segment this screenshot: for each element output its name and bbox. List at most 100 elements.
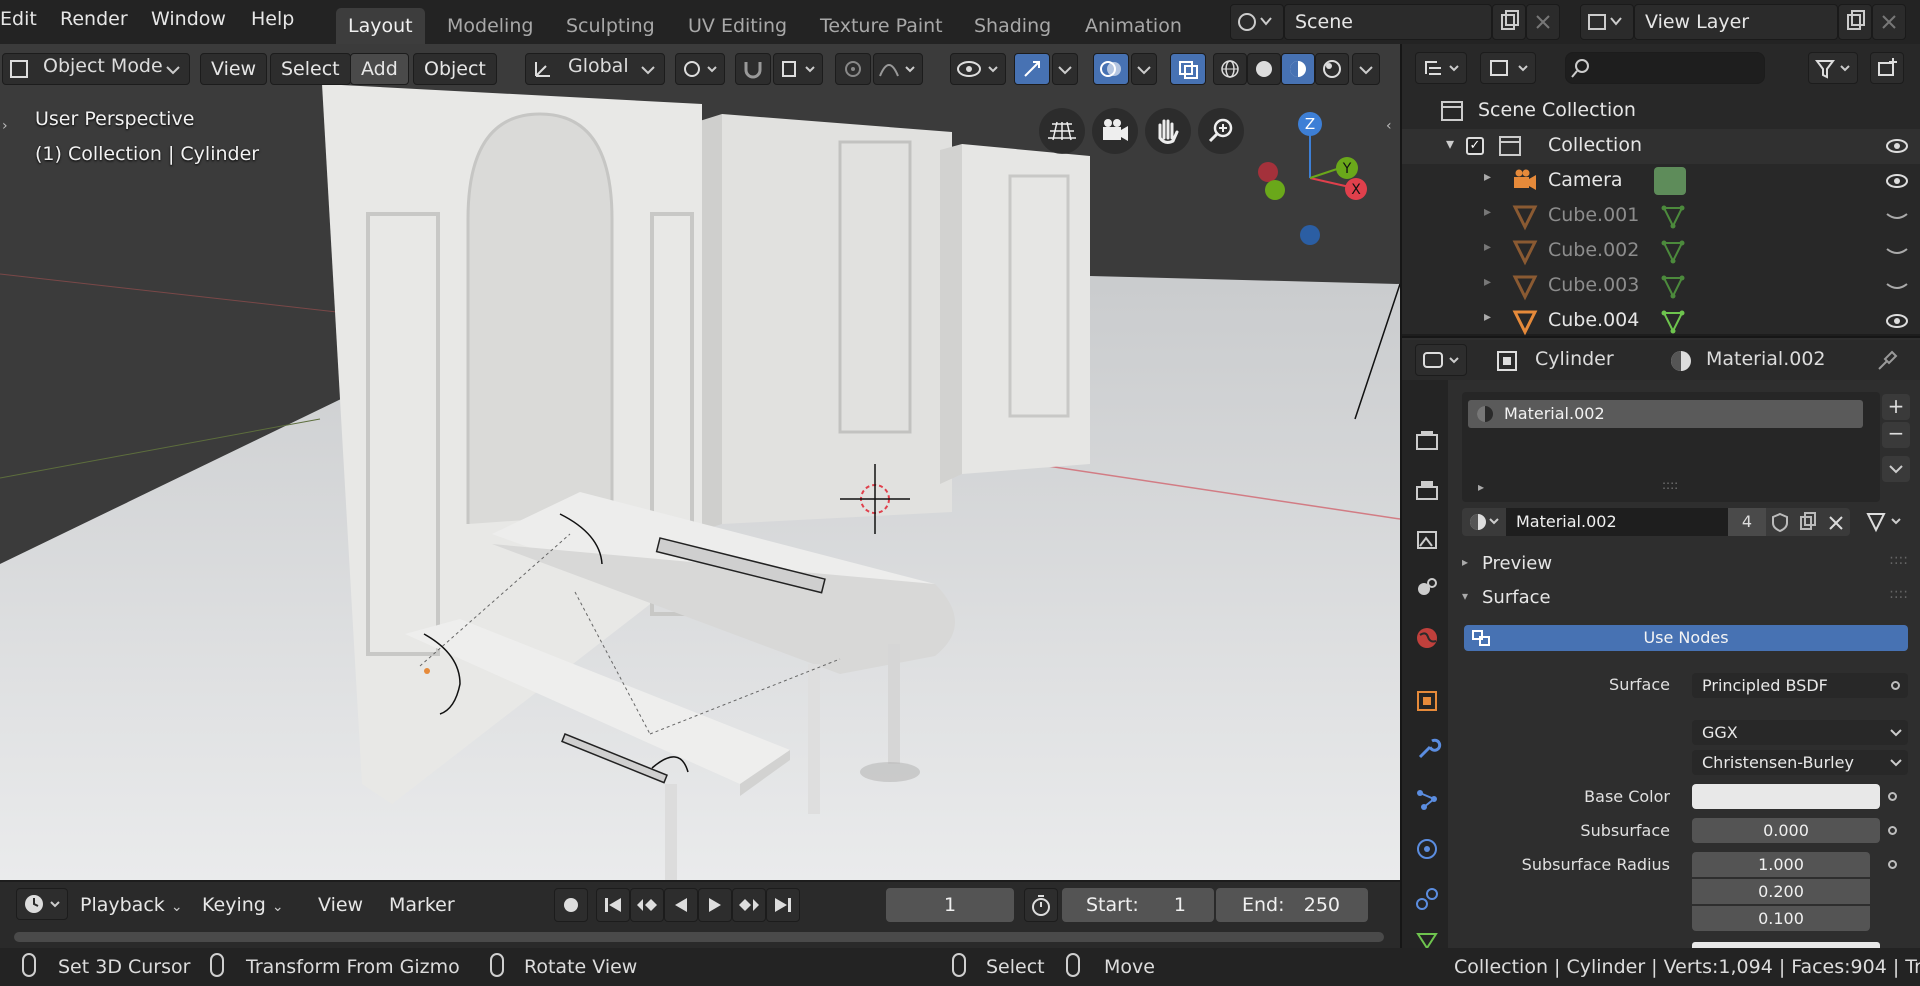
gizmo-options[interactable] bbox=[1052, 53, 1078, 85]
xray-toggle[interactable] bbox=[1170, 53, 1206, 85]
pan-view-button[interactable] bbox=[1145, 108, 1191, 154]
fake-user-button[interactable] bbox=[1766, 508, 1794, 536]
shading-options[interactable] bbox=[1352, 53, 1380, 85]
subsurface-radius-z-field[interactable]: 0.100 bbox=[1692, 906, 1870, 931]
view-layer-name-field[interactable]: View Layer bbox=[1634, 4, 1838, 40]
list-resize-handle[interactable]: :::: bbox=[1662, 478, 1678, 492]
menu-window[interactable]: Window bbox=[151, 8, 226, 30]
socket-icon[interactable] bbox=[1888, 826, 1897, 835]
drag-handle-icon[interactable]: :::: bbox=[1889, 586, 1908, 602]
constraints-tab-icon[interactable] bbox=[1412, 884, 1442, 914]
mesh-data-icon[interactable] bbox=[1658, 271, 1688, 301]
mesh-data-icon[interactable] bbox=[1658, 236, 1688, 266]
transform-orientation-selector[interactable]: Global bbox=[525, 53, 665, 85]
keying-menu[interactable]: Keying ⌄ bbox=[202, 890, 284, 922]
eye-closed-icon[interactable] bbox=[1882, 236, 1912, 266]
link-type-button[interactable] bbox=[1862, 508, 1910, 536]
mode-selector[interactable]: Object Mode bbox=[2, 53, 190, 85]
scene-tab-icon[interactable] bbox=[1412, 573, 1442, 603]
outliner-search-input[interactable] bbox=[1565, 52, 1765, 84]
shading-solid[interactable] bbox=[1247, 53, 1281, 85]
gizmo-neg-z-axis[interactable] bbox=[1300, 225, 1320, 245]
shading-rendered[interactable] bbox=[1315, 53, 1349, 85]
menu-render[interactable]: Render bbox=[60, 8, 128, 30]
marker-menu[interactable]: Marker bbox=[389, 890, 455, 922]
menu-edit[interactable]: Edit bbox=[0, 8, 37, 30]
view-menu[interactable]: View bbox=[200, 53, 268, 85]
preview-range-toggle[interactable] bbox=[1024, 888, 1058, 922]
eye-icon[interactable] bbox=[1882, 306, 1912, 336]
delete-scene-button[interactable] bbox=[1526, 4, 1560, 40]
tab-animation[interactable]: Animation bbox=[1073, 8, 1194, 44]
end-frame-field[interactable]: End: 250 bbox=[1216, 888, 1368, 922]
gizmo-neg-x-axis[interactable] bbox=[1258, 162, 1278, 182]
expand-arrow-icon[interactable]: ▸ bbox=[1484, 204, 1491, 220]
play-reverse-button[interactable] bbox=[664, 888, 698, 922]
subsurface-field[interactable]: 0.000 bbox=[1692, 818, 1880, 843]
distribution-dropdown[interactable]: GGX bbox=[1692, 720, 1908, 745]
subsurface-method-dropdown[interactable]: Christensen-Burley bbox=[1692, 750, 1908, 775]
object-tab-icon[interactable] bbox=[1412, 686, 1442, 716]
drag-handle-icon[interactable]: :::: bbox=[1889, 552, 1908, 568]
jump-start-button[interactable] bbox=[596, 888, 630, 922]
preview-panel-header[interactable]: ▸ Preview :::: bbox=[1460, 550, 1914, 580]
view-layer-tab-icon[interactable] bbox=[1412, 524, 1442, 554]
expand-arrow-icon[interactable]: ▸ bbox=[1484, 239, 1491, 255]
use-nodes-button[interactable]: Use Nodes bbox=[1464, 625, 1908, 651]
material-users-count[interactable]: 4 bbox=[1728, 508, 1766, 536]
expand-arrow-icon[interactable]: ▸ bbox=[1484, 274, 1491, 290]
editor-type-button[interactable] bbox=[1415, 344, 1467, 376]
view-layer-browse-button[interactable] bbox=[1580, 4, 1634, 40]
current-frame-field[interactable]: 1 bbox=[886, 888, 1014, 922]
toggle-ortho-button[interactable] bbox=[1039, 108, 1085, 154]
new-scene-button[interactable] bbox=[1492, 4, 1526, 40]
expand-arrow-icon[interactable]: ▸ bbox=[1484, 309, 1491, 325]
menu-help[interactable]: Help bbox=[251, 8, 294, 30]
world-tab-icon[interactable] bbox=[1412, 623, 1442, 653]
material-slot-item[interactable]: Material.002 bbox=[1468, 400, 1863, 428]
visibility-button[interactable] bbox=[950, 53, 1006, 85]
outliner-display-mode[interactable] bbox=[1415, 52, 1467, 84]
select-menu[interactable]: Select bbox=[270, 53, 351, 85]
socket-icon[interactable] bbox=[1888, 860, 1897, 869]
timeline-scrollbar[interactable] bbox=[14, 932, 1384, 942]
add-material-slot-button[interactable]: + bbox=[1882, 394, 1910, 420]
outliner-row-camera[interactable]: ▸ Camera bbox=[1402, 164, 1920, 199]
browse-material-button[interactable] bbox=[1462, 508, 1506, 536]
gizmo-neg-y-axis[interactable] bbox=[1265, 180, 1285, 200]
outliner-row-cube-002[interactable]: ▸ Cube.002 bbox=[1402, 234, 1920, 269]
material-name-field[interactable]: Material.002 bbox=[1506, 508, 1728, 536]
camera-view-button[interactable] bbox=[1092, 108, 1138, 154]
unlink-material-button[interactable] bbox=[1822, 508, 1850, 536]
new-view-layer-button[interactable] bbox=[1838, 4, 1872, 40]
outliner-filter-button[interactable] bbox=[1808, 52, 1858, 84]
timeline-view-menu[interactable]: View bbox=[318, 890, 363, 922]
particles-tab-icon[interactable] bbox=[1412, 785, 1442, 815]
surface-panel-header[interactable]: ▾ Surface :::: bbox=[1460, 584, 1914, 614]
outliner-filter-type[interactable] bbox=[1480, 52, 1536, 84]
sidebar-expand-icon[interactable]: ‹ bbox=[1386, 118, 1392, 134]
list-expand-icon[interactable]: ▸ bbox=[1478, 480, 1484, 494]
pivot-point-button[interactable] bbox=[675, 53, 725, 85]
navigation-gizmo[interactable]: Z Y X bbox=[1250, 108, 1380, 248]
surface-shader-selector[interactable]: Principled BSDF bbox=[1692, 673, 1908, 698]
snap-target-button[interactable] bbox=[773, 53, 823, 85]
scene-browse-button[interactable] bbox=[1230, 4, 1284, 40]
expand-arrow-icon[interactable]: ▸ bbox=[1484, 169, 1491, 185]
play-button[interactable] bbox=[698, 888, 732, 922]
add-menu[interactable]: Add bbox=[350, 53, 409, 85]
shading-material[interactable] bbox=[1281, 53, 1315, 85]
eye-closed-icon[interactable] bbox=[1882, 201, 1912, 231]
jump-end-button[interactable] bbox=[766, 888, 800, 922]
auto-keying-toggle[interactable] bbox=[554, 888, 588, 922]
timeline-editor-type[interactable] bbox=[16, 888, 68, 920]
overlays-options[interactable] bbox=[1131, 53, 1157, 85]
eye-icon[interactable] bbox=[1882, 166, 1912, 196]
overlays-toggle[interactable] bbox=[1093, 53, 1129, 85]
tab-texture-paint[interactable]: Texture Paint bbox=[808, 8, 955, 44]
object-menu[interactable]: Object bbox=[413, 53, 497, 85]
output-tab-icon[interactable] bbox=[1412, 475, 1442, 505]
base-color-swatch[interactable] bbox=[1692, 784, 1880, 809]
delete-view-layer-button[interactable] bbox=[1872, 4, 1906, 40]
data-tab-icon[interactable] bbox=[1412, 930, 1442, 948]
